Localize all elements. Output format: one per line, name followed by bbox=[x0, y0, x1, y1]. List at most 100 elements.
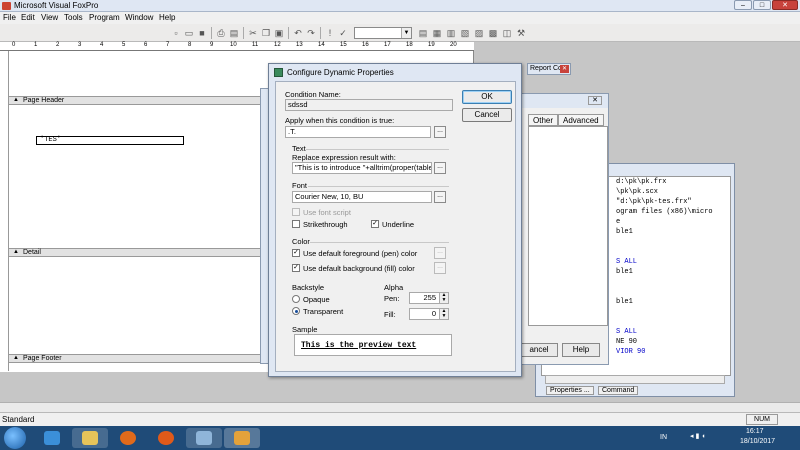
report-controls-title[interactable]: Report Cor ✕ bbox=[527, 63, 571, 75]
command-window-icon[interactable]: ▤ bbox=[417, 27, 429, 39]
strikethrough-checkbox[interactable] bbox=[292, 220, 300, 228]
menu-view[interactable]: View bbox=[41, 13, 58, 22]
menu-file[interactable]: File bbox=[3, 13, 16, 22]
default-background-checkbox[interactable]: ✓ bbox=[292, 264, 300, 272]
pen-alpha-spinner[interactable]: 255 ▲ ▼ bbox=[409, 292, 449, 304]
fill-label: Fill: bbox=[384, 310, 396, 319]
class-browser-icon[interactable]: ◫ bbox=[501, 27, 513, 39]
data-session-icon[interactable]: ▦ bbox=[431, 27, 443, 39]
copy-icon[interactable]: ❐ bbox=[260, 27, 272, 39]
report-field[interactable]: 'TES' bbox=[36, 136, 184, 145]
app-window-icon[interactable] bbox=[186, 428, 222, 448]
maximize-button[interactable]: □ bbox=[753, 0, 771, 10]
triangle-up-icon: ▲ bbox=[13, 97, 19, 103]
redo-icon[interactable]: ↷ bbox=[305, 27, 317, 39]
menu-edit[interactable]: Edit bbox=[21, 13, 35, 22]
undo-icon[interactable]: ↶ bbox=[292, 27, 304, 39]
fill-alpha-spinner[interactable]: 0 ▲ ▼ bbox=[409, 308, 449, 320]
strikethrough-label: Strikethrough bbox=[303, 220, 348, 229]
media-player-icon[interactable] bbox=[110, 428, 146, 448]
font-builder-button[interactable]: ... bbox=[434, 191, 446, 203]
language-indicator[interactable]: IN bbox=[660, 434, 667, 441]
menu-program[interactable]: Program bbox=[89, 13, 120, 22]
tab-command[interactable]: Command bbox=[598, 386, 639, 395]
window-title: Microsoft Visual FoxPro bbox=[14, 1, 99, 10]
toolbar-combo[interactable]: ▼ bbox=[354, 27, 412, 39]
opaque-radio[interactable] bbox=[292, 295, 300, 303]
font-field[interactable]: Courier New, 10, BU bbox=[292, 191, 432, 203]
form-icon[interactable]: ▧ bbox=[459, 27, 471, 39]
menu-tools[interactable]: Tools bbox=[64, 13, 83, 22]
transparent-radio[interactable] bbox=[292, 307, 300, 315]
start-button[interactable] bbox=[4, 427, 26, 449]
tab-properties[interactable]: Properties ... bbox=[546, 386, 594, 395]
open-icon[interactable]: ▭ bbox=[183, 27, 195, 39]
close-icon[interactable]: ✕ bbox=[560, 65, 569, 73]
spinner-arrows-icon[interactable]: ▲ ▼ bbox=[439, 293, 448, 303]
transparent-label: Transparent bbox=[303, 307, 344, 316]
clock-time[interactable]: 16:17 bbox=[746, 428, 764, 435]
menu-window[interactable]: Window bbox=[125, 13, 153, 22]
background-color-button[interactable]: ... bbox=[434, 262, 446, 274]
default-foreground-checkbox[interactable]: ✓ bbox=[292, 249, 300, 257]
explorer-icon[interactable] bbox=[72, 428, 108, 448]
dialog-icon bbox=[274, 68, 283, 77]
clock-date[interactable]: 18/10/2017 bbox=[740, 438, 775, 445]
title-bar: Microsoft Visual FoxPro – □ ✕ bbox=[0, 0, 800, 12]
font-group-label: Font bbox=[292, 181, 308, 190]
close-button[interactable]: ✕ bbox=[772, 0, 798, 10]
sample-preview: This is the preview text bbox=[294, 334, 452, 356]
new-icon[interactable]: ▫ bbox=[170, 27, 182, 39]
firefox-icon[interactable] bbox=[148, 428, 184, 448]
tray-icons[interactable]: ◂ ▮ ◖ bbox=[690, 432, 705, 440]
report-icon[interactable]: ▨ bbox=[473, 27, 485, 39]
help-button[interactable]: Help bbox=[562, 343, 600, 357]
tab-advanced[interactable]: Advanced bbox=[558, 114, 604, 126]
run-icon[interactable]: ! bbox=[324, 27, 336, 39]
print-icon[interactable]: ⎙ bbox=[215, 27, 227, 39]
condition-name-field[interactable]: sdssd bbox=[285, 99, 453, 111]
close-icon[interactable]: ✕ bbox=[588, 96, 602, 105]
foreground-color-button[interactable]: ... bbox=[434, 247, 446, 259]
standard-toolbar: ▫ ▭ ■ ⎙ ▤ ✂ ❐ ▣ ↶ ↷ ! ✓ ▼ ▤ ▦ ▥ ▧ ▨ ▩ ◫ … bbox=[0, 24, 800, 42]
replace-builder-button[interactable]: ... bbox=[434, 162, 446, 174]
sample-text: This is the preview text bbox=[301, 341, 417, 350]
modify-icon[interactable]: ✓ bbox=[337, 27, 349, 39]
condition-name-label: Condition Name: bbox=[285, 90, 341, 99]
save-icon[interactable]: ■ bbox=[196, 27, 208, 39]
menu-help[interactable]: Help bbox=[159, 13, 175, 22]
cancel-button[interactable]: Cancel bbox=[462, 108, 512, 122]
default-background-label: Use default background (fill) color bbox=[303, 264, 415, 273]
apply-label: Apply when this condition is true: bbox=[285, 116, 395, 125]
underline-label: Underline bbox=[382, 220, 415, 229]
main-horizontal-scrollbar[interactable] bbox=[0, 402, 800, 412]
database-icon[interactable]: ▩ bbox=[487, 27, 499, 39]
foxpro-taskbar-icon[interactable] bbox=[224, 428, 260, 448]
report-properties-window[interactable]: ✕ Other Advanced ancel Help bbox=[519, 93, 609, 365]
triangle-up-icon: ▲ bbox=[13, 355, 19, 361]
preview-icon[interactable]: ▤ bbox=[228, 27, 240, 39]
cancel-button-bg[interactable]: ancel bbox=[520, 343, 558, 357]
use-font-script-checkbox[interactable] bbox=[292, 208, 300, 216]
command-horizontal-scrollbar[interactable] bbox=[545, 375, 725, 384]
taskbar: IN ◂ ▮ ◖ 16:17 18/10/2017 bbox=[0, 426, 800, 450]
use-font-script-label: Use font script bbox=[303, 208, 351, 217]
alpha-group-label: Alpha bbox=[384, 283, 404, 292]
underline-checkbox[interactable]: ✓ bbox=[371, 220, 379, 228]
opaque-label: Opaque bbox=[303, 295, 330, 304]
chevron-down-icon[interactable]: ▼ bbox=[401, 28, 411, 38]
minimize-button[interactable]: – bbox=[734, 0, 752, 10]
vertical-ruler bbox=[0, 51, 9, 371]
properties-icon[interactable]: ▥ bbox=[445, 27, 457, 39]
ok-button[interactable]: OK bbox=[462, 90, 512, 104]
ie-icon[interactable] bbox=[34, 428, 70, 448]
status-bar: Standard NUM bbox=[0, 412, 800, 426]
spinner-arrows-icon[interactable]: ▲ ▼ bbox=[439, 309, 448, 319]
paste-icon[interactable]: ▣ bbox=[273, 27, 285, 39]
cut-icon[interactable]: ✂ bbox=[247, 27, 259, 39]
apply-condition-field[interactable]: .T. bbox=[285, 126, 431, 138]
tab-other[interactable]: Other bbox=[528, 114, 559, 126]
replace-expression-field[interactable]: "This is to introduce "+alltrim(proper(t… bbox=[292, 162, 432, 174]
toolbox-icon[interactable]: ⚒ bbox=[515, 27, 527, 39]
apply-builder-button[interactable]: ... bbox=[434, 126, 446, 138]
